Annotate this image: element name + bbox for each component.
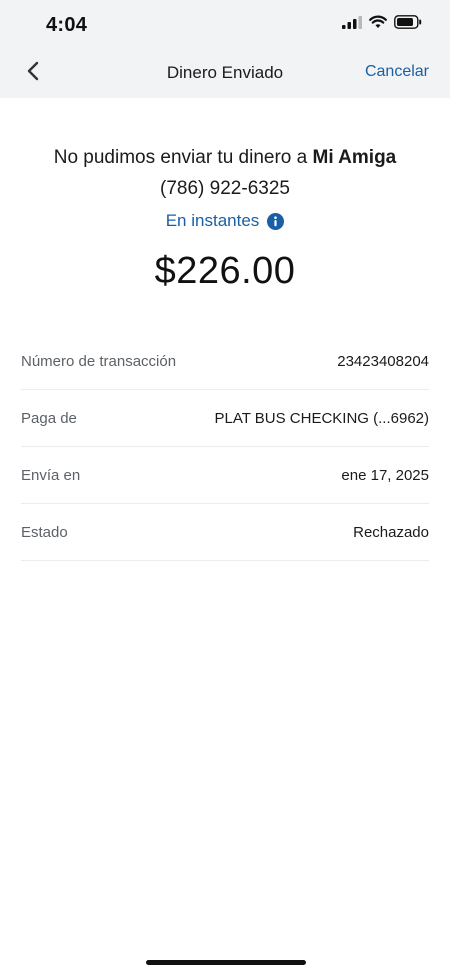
detail-row-send-date: Envía en ene 17, 2025 [21,447,429,504]
detail-label: Envía en [21,466,81,484]
detail-value: PLAT BUS CHECKING (...6962) [214,409,429,427]
info-icon[interactable] [267,212,285,230]
status-value: Rechazado [353,523,429,541]
delivery-speed-label: En instantes [165,211,260,230]
failure-message: No pudimos enviar tu dinero a Mi Amiga [0,145,450,171]
detail-value: 23423408204 [337,352,429,370]
nav-bar: Dinero Enviado Cancelar [0,48,450,98]
detail-row-paid-from: Paga de PLAT BUS CHECKING (...6962) [21,390,429,447]
battery-icon [394,15,422,34]
status-time: 4:04 [46,14,88,36]
transfer-summary: No pudimos enviar tu dinero a Mi Amiga (… [0,145,450,293]
delivery-speed: En instantes [166,210,285,232]
detail-label: Estado [21,523,68,541]
detail-label: Número de transacción [21,352,177,370]
home-indicator[interactable] [146,960,306,965]
chevron-left-icon [26,61,40,86]
detail-value: ene 17, 2025 [341,466,429,484]
detail-row-transaction-number: Número de transacción 23423408204 [21,333,429,390]
cellular-signal-icon [342,15,362,34]
wifi-icon [369,15,387,34]
status-bar: 4:04 [0,0,450,48]
transfer-amount: $226.00 [154,250,296,292]
detail-row-status: Estado Rechazado [21,504,429,561]
recipient-name: Mi Amiga [312,147,397,168]
failure-message-text: No pudimos enviar tu dinero a [53,147,313,168]
back-button[interactable] [18,58,48,88]
transaction-details: Número de transacción 23423408204 Paga d… [21,333,429,561]
status-icons [342,15,422,34]
recipient-phone: (786) 922-6325 [160,178,290,199]
cancel-button[interactable]: Cancelar [365,63,429,81]
detail-label: Paga de [21,409,77,427]
